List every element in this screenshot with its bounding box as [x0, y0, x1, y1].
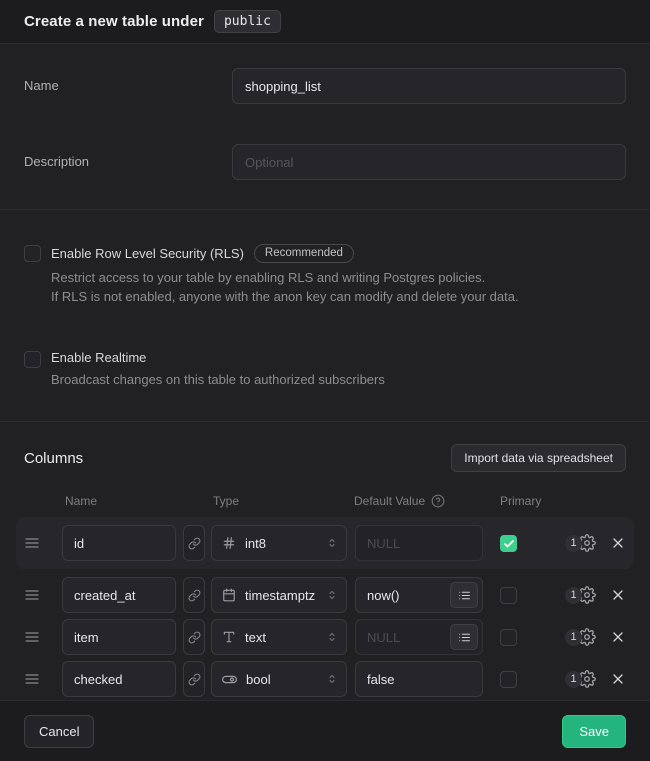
column-name-input[interactable] [62, 577, 176, 613]
column-settings-button[interactable]: 1 [565, 534, 596, 552]
primary-checkbox[interactable] [500, 587, 517, 604]
foreign-key-link-icon[interactable] [183, 525, 205, 561]
toggles-section: Enable Row Level Security (RLS) Recommen… [0, 209, 650, 421]
header-primary: Primary [500, 494, 541, 508]
drag-handle-icon[interactable] [24, 587, 40, 603]
default-value-suggestions-button[interactable] [450, 582, 478, 608]
header-default-value: Default Value [354, 494, 445, 508]
table-description-input[interactable] [232, 144, 626, 180]
primary-checkbox[interactable] [500, 629, 517, 646]
rls-label: Enable Row Level Security (RLS) [51, 246, 244, 261]
cancel-button[interactable]: Cancel [24, 715, 94, 748]
default-value-suggestions-button[interactable] [450, 624, 478, 650]
column-type-select[interactable]: bool [211, 661, 347, 697]
text-icon [222, 630, 236, 644]
drag-handle-icon[interactable] [24, 671, 40, 687]
dialog-footer: Cancel Save [0, 700, 650, 761]
drag-handle-icon[interactable] [24, 629, 40, 645]
column-settings-button[interactable]: 1 [565, 670, 596, 688]
columns-grid-headers: Name Type Default Value Primary [24, 494, 626, 508]
header-name: Name [65, 494, 97, 508]
help-circle-icon[interactable] [431, 494, 445, 508]
settings-count-badge: 1 [565, 535, 582, 552]
settings-count-badge: 1 [565, 629, 582, 646]
chevrons-up-down-icon [326, 537, 338, 549]
column-settings-button[interactable]: 1 [565, 586, 596, 604]
name-label: Name [24, 68, 232, 93]
import-spreadsheet-button[interactable]: Import data via spreadsheet [451, 444, 626, 472]
chevrons-up-down-icon [326, 631, 338, 643]
drag-handle-icon[interactable] [24, 535, 40, 551]
calendar-icon [222, 588, 236, 602]
table-info-section: Name Description [0, 44, 650, 209]
column-row-created-at: timestamptz 1 [24, 577, 626, 613]
toggle-icon [222, 672, 237, 687]
column-row-id: int8 1 [24, 525, 626, 561]
dialog-title: Create a new table under [24, 13, 204, 30]
foreign-key-link-icon[interactable] [183, 577, 205, 613]
hash-icon [222, 536, 236, 550]
rls-description: Restrict access to your table by enablin… [51, 268, 519, 306]
description-label: Description [24, 144, 232, 169]
remove-column-button[interactable] [610, 671, 626, 687]
remove-column-button[interactable] [610, 629, 626, 645]
schema-badge: public [214, 10, 281, 33]
column-default-input[interactable] [355, 661, 483, 697]
foreign-key-link-icon[interactable] [183, 619, 205, 655]
column-row-item: text 1 [24, 619, 626, 655]
column-name-input[interactable] [62, 619, 176, 655]
column-row-panel: int8 1 [16, 517, 634, 569]
columns-title: Columns [24, 450, 83, 467]
rls-checkbox[interactable] [24, 245, 41, 262]
primary-checkbox[interactable] [500, 671, 517, 688]
realtime-label: Enable Realtime [51, 350, 146, 365]
recommended-badge: Recommended [254, 244, 354, 263]
chevrons-up-down-icon [326, 589, 338, 601]
realtime-description: Broadcast changes on this table to autho… [51, 370, 385, 389]
settings-count-badge: 1 [565, 671, 582, 688]
column-name-input[interactable] [62, 525, 176, 561]
realtime-checkbox[interactable] [24, 351, 41, 368]
remove-column-button[interactable] [610, 535, 626, 551]
column-name-input[interactable] [62, 661, 176, 697]
dialog-header: Create a new table under public [0, 0, 650, 44]
header-type: Type [213, 494, 239, 508]
column-default-input [355, 525, 483, 561]
column-type-select[interactable]: timestamptz [211, 577, 347, 613]
foreign-key-link-icon[interactable] [183, 661, 205, 697]
column-type-select[interactable]: text [211, 619, 347, 655]
chevrons-up-down-icon [326, 673, 338, 685]
table-name-input[interactable] [232, 68, 626, 104]
column-settings-button[interactable]: 1 [565, 628, 596, 646]
primary-checkbox[interactable] [500, 535, 517, 552]
save-button[interactable]: Save [562, 715, 626, 748]
columns-section: Columns Import data via spreadsheet Name… [0, 421, 650, 700]
column-row-checked: bool 1 [24, 661, 626, 697]
settings-count-badge: 1 [565, 587, 582, 604]
remove-column-button[interactable] [610, 587, 626, 603]
column-type-select[interactable]: int8 [211, 525, 347, 561]
